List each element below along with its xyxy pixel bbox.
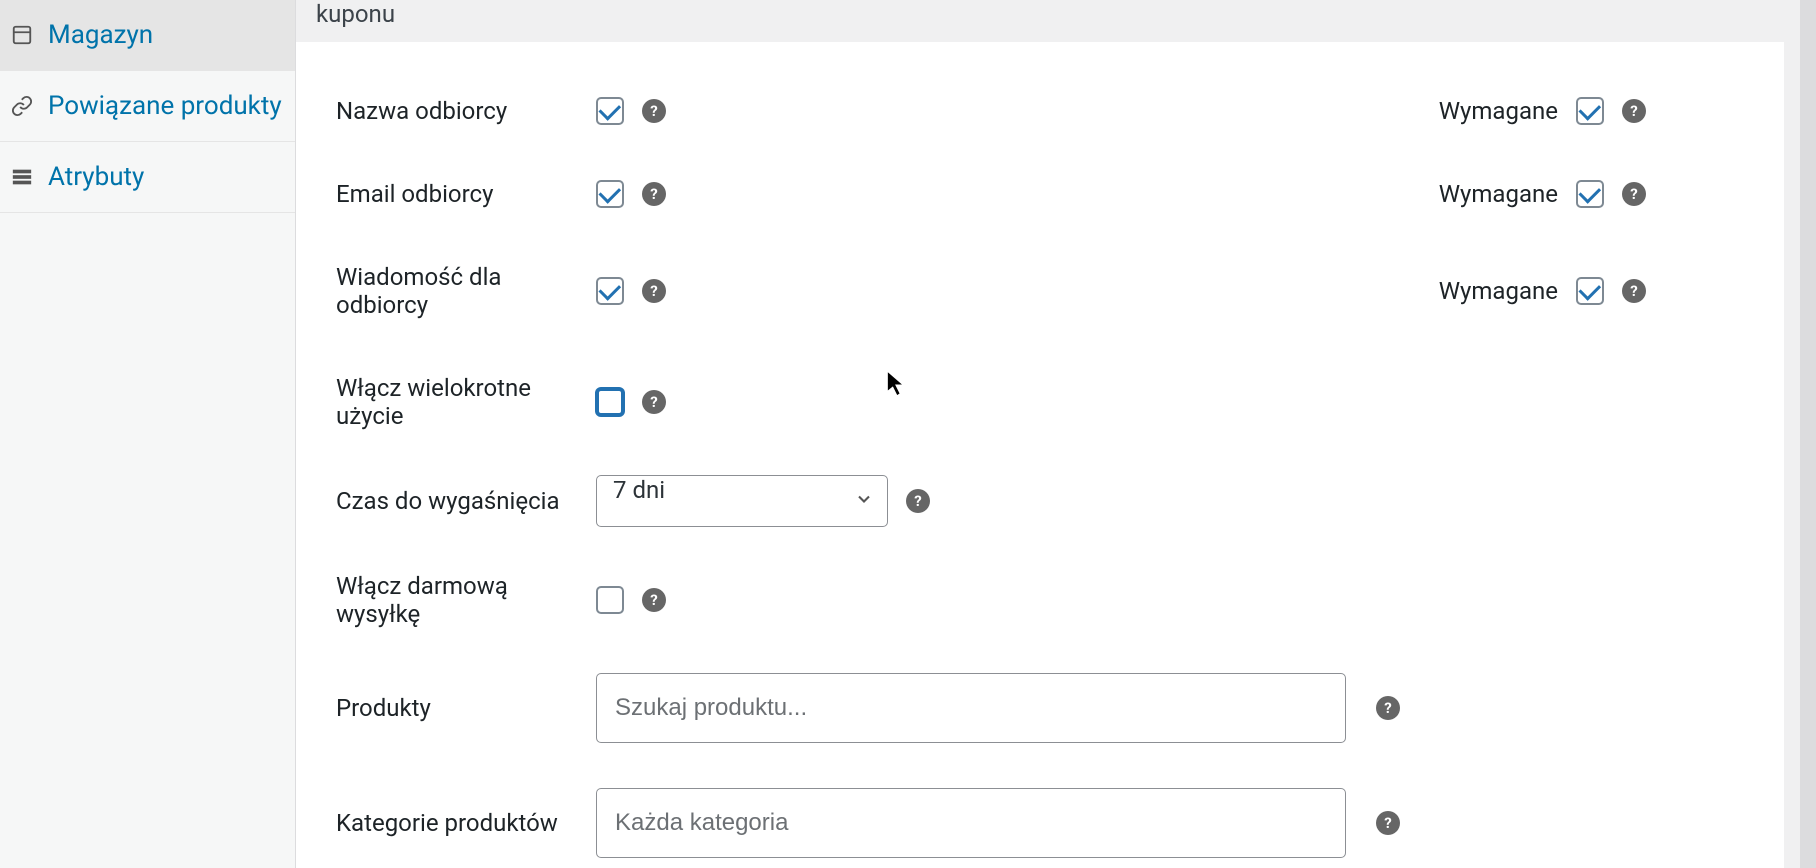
help-icon[interactable]: ? [906, 489, 930, 513]
label-expiry: Czas do wygaśnięcia [336, 487, 596, 515]
header-partial-text: kuponu [316, 0, 395, 28]
label-categories: Kategorie produktów [336, 809, 596, 837]
label-recipient-message: Wiadomość dla odbiorcy [336, 263, 596, 319]
row-categories: Kategorie produktów ? [336, 743, 1776, 858]
label-free-shipping: Włącz darmową wysyłkę [336, 572, 596, 628]
row-recipient-message: Wiadomość dla odbiorcy ? Wymagane ? [336, 208, 1776, 319]
help-icon[interactable]: ? [1622, 182, 1646, 206]
sidebar-item-label: Magazyn [48, 20, 153, 50]
label-multiple-use: Włącz wielokrotne użycie [336, 374, 596, 430]
checkbox-multiple-use[interactable] [596, 388, 624, 416]
checkbox-recipient-email-enabled[interactable] [596, 180, 624, 208]
label-recipient-email: Email odbiorcy [336, 180, 596, 208]
row-free-shipping: Włącz darmową wysyłkę ? [336, 527, 1776, 628]
label-recipient-name: Nazwa odbiorcy [336, 97, 596, 125]
header-strip: kuponu [296, 0, 1816, 42]
link-icon [10, 94, 34, 118]
sidebar-item-label: Powiązane produkty [48, 91, 282, 121]
row-multiple-use: Włącz wielokrotne użycie ? [336, 319, 1776, 430]
sidebar-item-label: Atrybuty [48, 162, 144, 192]
label-required: Wymagane [1439, 180, 1558, 208]
help-icon[interactable]: ? [642, 279, 666, 303]
select-expiry[interactable]: 7 dni [596, 475, 888, 527]
checkbox-recipient-email-required[interactable] [1576, 180, 1604, 208]
help-icon[interactable]: ? [1622, 279, 1646, 303]
row-recipient-email: Email odbiorcy ? Wymagane ? [336, 125, 1776, 208]
row-recipient-name: Nazwa odbiorcy ? Wymagane ? [336, 42, 1776, 125]
checkbox-recipient-message-enabled[interactable] [596, 277, 624, 305]
sidebar: Magazyn Powiązane produkty Atrybuty [0, 0, 296, 868]
row-products: Produkty ? [336, 628, 1776, 743]
sidebar-item-magazyn[interactable]: Magazyn [0, 0, 295, 71]
input-categories-search[interactable] [596, 788, 1346, 858]
help-icon[interactable]: ? [1622, 99, 1646, 123]
help-icon[interactable]: ? [1376, 811, 1400, 835]
inventory-icon [10, 23, 34, 47]
label-required: Wymagane [1439, 97, 1558, 125]
attributes-icon [10, 165, 34, 189]
main-panel: kuponu Nazwa odbiorcy ? Wymagane ? Email… [296, 0, 1816, 868]
help-icon[interactable]: ? [642, 99, 666, 123]
help-icon[interactable]: ? [642, 588, 666, 612]
sidebar-item-linked-products[interactable]: Powiązane produkty [0, 71, 295, 142]
help-icon[interactable]: ? [642, 182, 666, 206]
checkbox-recipient-name-enabled[interactable] [596, 97, 624, 125]
checkbox-recipient-message-required[interactable] [1576, 277, 1604, 305]
sidebar-item-attributes[interactable]: Atrybuty [0, 142, 295, 213]
right-edge [1800, 0, 1816, 868]
checkbox-recipient-name-required[interactable] [1576, 97, 1604, 125]
label-required: Wymagane [1439, 277, 1558, 305]
input-products-search[interactable] [596, 673, 1346, 743]
help-icon[interactable]: ? [642, 390, 666, 414]
label-products: Produkty [336, 694, 596, 722]
row-expiry: Czas do wygaśnięcia 7 dni ? [336, 430, 1776, 527]
help-icon[interactable]: ? [1376, 696, 1400, 720]
checkbox-free-shipping[interactable] [596, 586, 624, 614]
